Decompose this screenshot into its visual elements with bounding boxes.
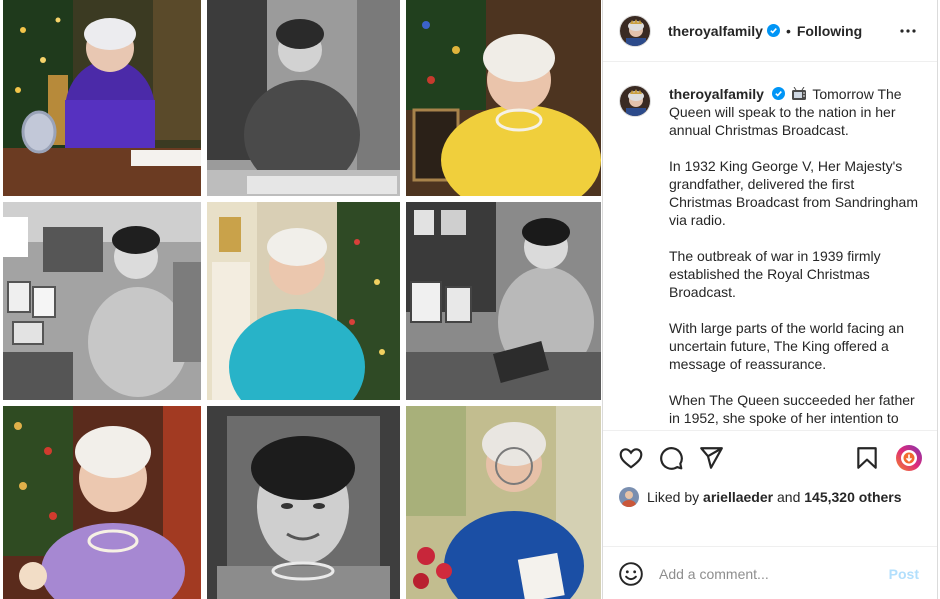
verified-badge-icon	[766, 24, 780, 37]
header-separator: •	[785, 22, 791, 39]
collage-photo-9	[406, 406, 601, 599]
comment-icon[interactable]	[658, 445, 684, 471]
paper-plane-icon[interactable]	[698, 445, 724, 471]
caption-paragraph: In 1932 King George V, Her Majesty's gra…	[669, 158, 918, 228]
heart-icon[interactable]	[618, 445, 644, 471]
verified-badge-icon	[771, 87, 785, 100]
likes-count[interactable]: 145,320 others	[804, 489, 901, 505]
collage-photo-3	[406, 0, 601, 196]
liker-avatar	[619, 487, 639, 507]
add-comment-bar: Post	[603, 546, 937, 599]
collage-photo-2	[207, 0, 400, 196]
post-details-panel: theroyalfamily • Following theroyalfamil…	[602, 0, 938, 599]
caption-username[interactable]: theroyalfamily	[669, 86, 764, 102]
following-button[interactable]: Following	[797, 23, 862, 39]
gradient-badge-icon[interactable]	[895, 444, 923, 472]
caption-paragraph: With large parts of the world facing an …	[669, 320, 905, 372]
collage-photo-8	[207, 406, 400, 599]
collage-photo-7	[3, 406, 201, 599]
likes-prefix: Liked by	[647, 489, 704, 505]
collage-photo-1	[3, 0, 201, 196]
collage-photo-5	[207, 202, 400, 400]
post-actions-bar	[603, 430, 937, 486]
liker-username[interactable]: ariellaeder	[703, 489, 773, 505]
caption-paragraph: The outbreak of war in 1939 firmly estab…	[669, 248, 881, 300]
likes-summary[interactable]: Liked by ariellaeder and 145,320 others	[619, 486, 902, 508]
caption-text: theroyalfamily Tomorrow The Queen will s…	[669, 85, 921, 430]
bookmark-icon[interactable]	[854, 445, 880, 471]
more-options-icon[interactable]	[899, 22, 917, 40]
emoji-icon[interactable]	[618, 561, 644, 587]
comment-input[interactable]	[659, 563, 879, 585]
television-emoji-icon	[791, 87, 806, 100]
caption-first-paragraph: theroyalfamily Tomorrow The Queen will s…	[669, 85, 921, 139]
caption-paragraph: When The Queen succeeded her father in 1…	[669, 392, 915, 430]
collage-photo-4	[3, 202, 201, 400]
collage-photo-6	[406, 202, 601, 400]
caption-area[interactable]: theroyalfamily Tomorrow The Queen will s…	[603, 62, 937, 430]
likes-middle: and	[773, 489, 805, 505]
post-image-collage[interactable]	[0, 0, 602, 599]
post-comment-button[interactable]: Post	[889, 566, 919, 582]
crowned-avatar-icon[interactable]	[619, 14, 651, 47]
post-header: theroyalfamily • Following	[603, 0, 937, 62]
crowned-avatar-icon[interactable]	[619, 85, 651, 117]
post-author-username[interactable]: theroyalfamily	[668, 23, 763, 39]
caption-row: theroyalfamily Tomorrow The Queen will s…	[619, 85, 921, 430]
